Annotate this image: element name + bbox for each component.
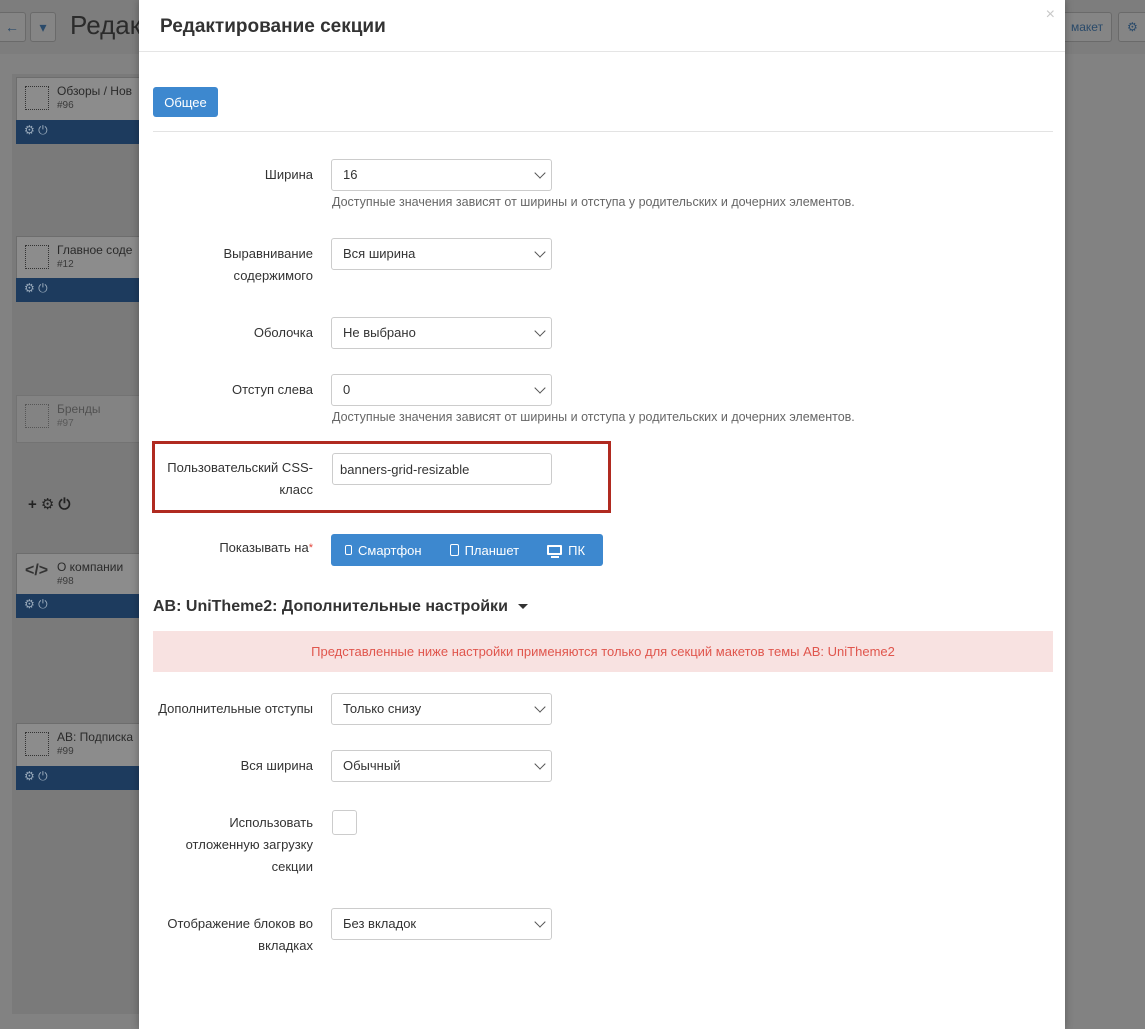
block-toolbar[interactable]: ⚙ ⏻ (16, 278, 140, 302)
background-block[interactable]: AB: Подписка #99 (16, 723, 140, 771)
block-toolbar[interactable]: ⚙ ⏻ (16, 120, 140, 144)
padding-select[interactable]: Только снизу (331, 693, 552, 725)
placeholder-icon (25, 404, 49, 428)
edit-section-modal: Редактирование секции × Общее Ширина 16 … (139, 0, 1065, 1029)
show-on-label-text: Показывать на (219, 540, 309, 555)
offset-value: 0 (343, 382, 351, 397)
device-tablet-button[interactable]: Планшет (436, 534, 534, 566)
lazy-load-label: Использовать отложенную загрузку секции (186, 812, 313, 878)
show-on-label: Показывать на* (219, 537, 313, 559)
wrapper-select[interactable]: Не выбрано (331, 317, 552, 349)
tabs-display-value: Без вкладок (343, 916, 417, 931)
wrapper-value: Не выбрано (343, 325, 416, 340)
block-name: Главное соде (57, 243, 133, 257)
align-label-line: содержимого (233, 268, 313, 283)
offset-help: Доступные значения зависят от ширины и о… (332, 410, 855, 424)
modal-title: Редактирование секции (160, 16, 386, 37)
chevron-down-icon (534, 916, 546, 928)
wrapper-label: Оболочка (253, 325, 313, 340)
full-width-label: Вся ширина (240, 758, 313, 773)
full-width-value: Обычный (343, 758, 401, 773)
background-layout-button[interactable]: макет (1062, 12, 1112, 42)
lazy-load-label-line: Использовать (229, 815, 313, 830)
width-label: Ширина (264, 167, 313, 182)
chevron-down-icon (534, 382, 546, 394)
tab-general[interactable]: Общее (153, 87, 218, 117)
tabs-display-label-line: Отображение блоков во (167, 916, 313, 931)
device-toggle-group: Смартфон Планшет ПК (331, 534, 603, 566)
width-select[interactable]: 16 (331, 159, 552, 191)
tabs-display-select[interactable]: Без вкладок (331, 908, 552, 940)
css-class-label-line: Пользовательский CSS- (167, 460, 313, 475)
css-class-label: Пользовательский CSS- класс (167, 457, 313, 501)
block-name: О компании (57, 560, 124, 574)
chevron-down-icon (534, 758, 546, 770)
chevron-down-icon (534, 167, 546, 179)
background-block[interactable]: Бренды #97 (16, 395, 140, 443)
background-block[interactable]: Главное соде #12 (16, 236, 140, 284)
css-class-label-line: класс (279, 482, 313, 497)
block-name: Обзоры / Нов (57, 84, 132, 98)
device-smartphone-button[interactable]: Смартфон (331, 534, 436, 566)
align-label: Выравнивание содержимого (224, 243, 313, 287)
chevron-down-icon (534, 325, 546, 337)
block-number: #96 (57, 100, 74, 111)
tabs-display-label: Отображение блоков во вкладках (167, 913, 313, 957)
code-icon: </> (25, 562, 49, 579)
background-column (12, 74, 152, 1014)
block-number: #97 (57, 418, 74, 429)
close-icon[interactable]: × (1046, 6, 1055, 24)
align-value: Вся ширина (343, 246, 416, 261)
block-number: #12 (57, 259, 74, 270)
placeholder-icon (25, 86, 49, 110)
caret-down-icon (517, 604, 528, 610)
offset-select[interactable]: 0 (331, 374, 552, 406)
block-number: #99 (57, 746, 74, 757)
device-label: Смартфон (358, 542, 422, 558)
device-label: ПК (568, 542, 586, 558)
lazy-load-label-line: отложенную загрузку (185, 837, 313, 852)
width-help: Доступные значения зависят от ширины и о… (332, 195, 855, 209)
placeholder-icon (25, 245, 49, 269)
gear-icon[interactable]: ⚙ (1118, 12, 1145, 42)
background-block[interactable]: Обзоры / Нов #96 (16, 77, 140, 125)
addon-alert: Представленные ниже настройки применяютс… (153, 631, 1053, 672)
chevron-down-icon (534, 701, 546, 713)
full-width-select[interactable]: Обычный (331, 750, 552, 782)
css-class-input[interactable]: banners-grid-resizable (332, 453, 552, 485)
block-toolbar[interactable]: ⚙ ⏻ (16, 594, 140, 618)
back-arrow-icon[interactable]: ← (0, 12, 26, 42)
lazy-load-label-line: секции (271, 859, 313, 874)
block-toolbar[interactable]: ⚙ ⏻ (16, 766, 140, 790)
padding-value: Только снизу (343, 701, 422, 716)
chevron-down-icon (534, 246, 546, 258)
required-marker: * (308, 542, 313, 554)
block-name: Бренды (57, 402, 101, 416)
align-label-line: Выравнивание (223, 246, 313, 261)
modal-header: Редактирование секции × (139, 0, 1065, 52)
tablet-icon (449, 544, 459, 556)
padding-label: Дополнительные отступы (158, 701, 313, 716)
offset-label: Отступ слева (232, 382, 313, 397)
smartphone-icon (345, 545, 352, 555)
device-pc-button[interactable]: ПК (533, 534, 599, 566)
block-number: #98 (57, 576, 74, 587)
device-label: Планшет (464, 542, 520, 558)
addon-settings-title: AB: UniTheme2: Дополнительные настройки (153, 598, 508, 615)
tabs-display-label-line: вкладках (258, 938, 313, 953)
add-block-icon[interactable]: + ⚙ ⏻ (28, 495, 70, 513)
dropdown-caret-icon[interactable]: ▾ (30, 12, 56, 42)
tab-divider (153, 131, 1053, 132)
block-name: AB: Подписка (57, 730, 134, 744)
desktop-icon (547, 545, 563, 558)
placeholder-icon (25, 732, 49, 756)
align-select[interactable]: Вся ширина (331, 238, 552, 270)
addon-settings-toggle[interactable]: AB: UniTheme2: Дополнительные настройки (153, 598, 528, 616)
width-value: 16 (343, 167, 358, 182)
lazy-load-checkbox[interactable] (332, 810, 357, 835)
